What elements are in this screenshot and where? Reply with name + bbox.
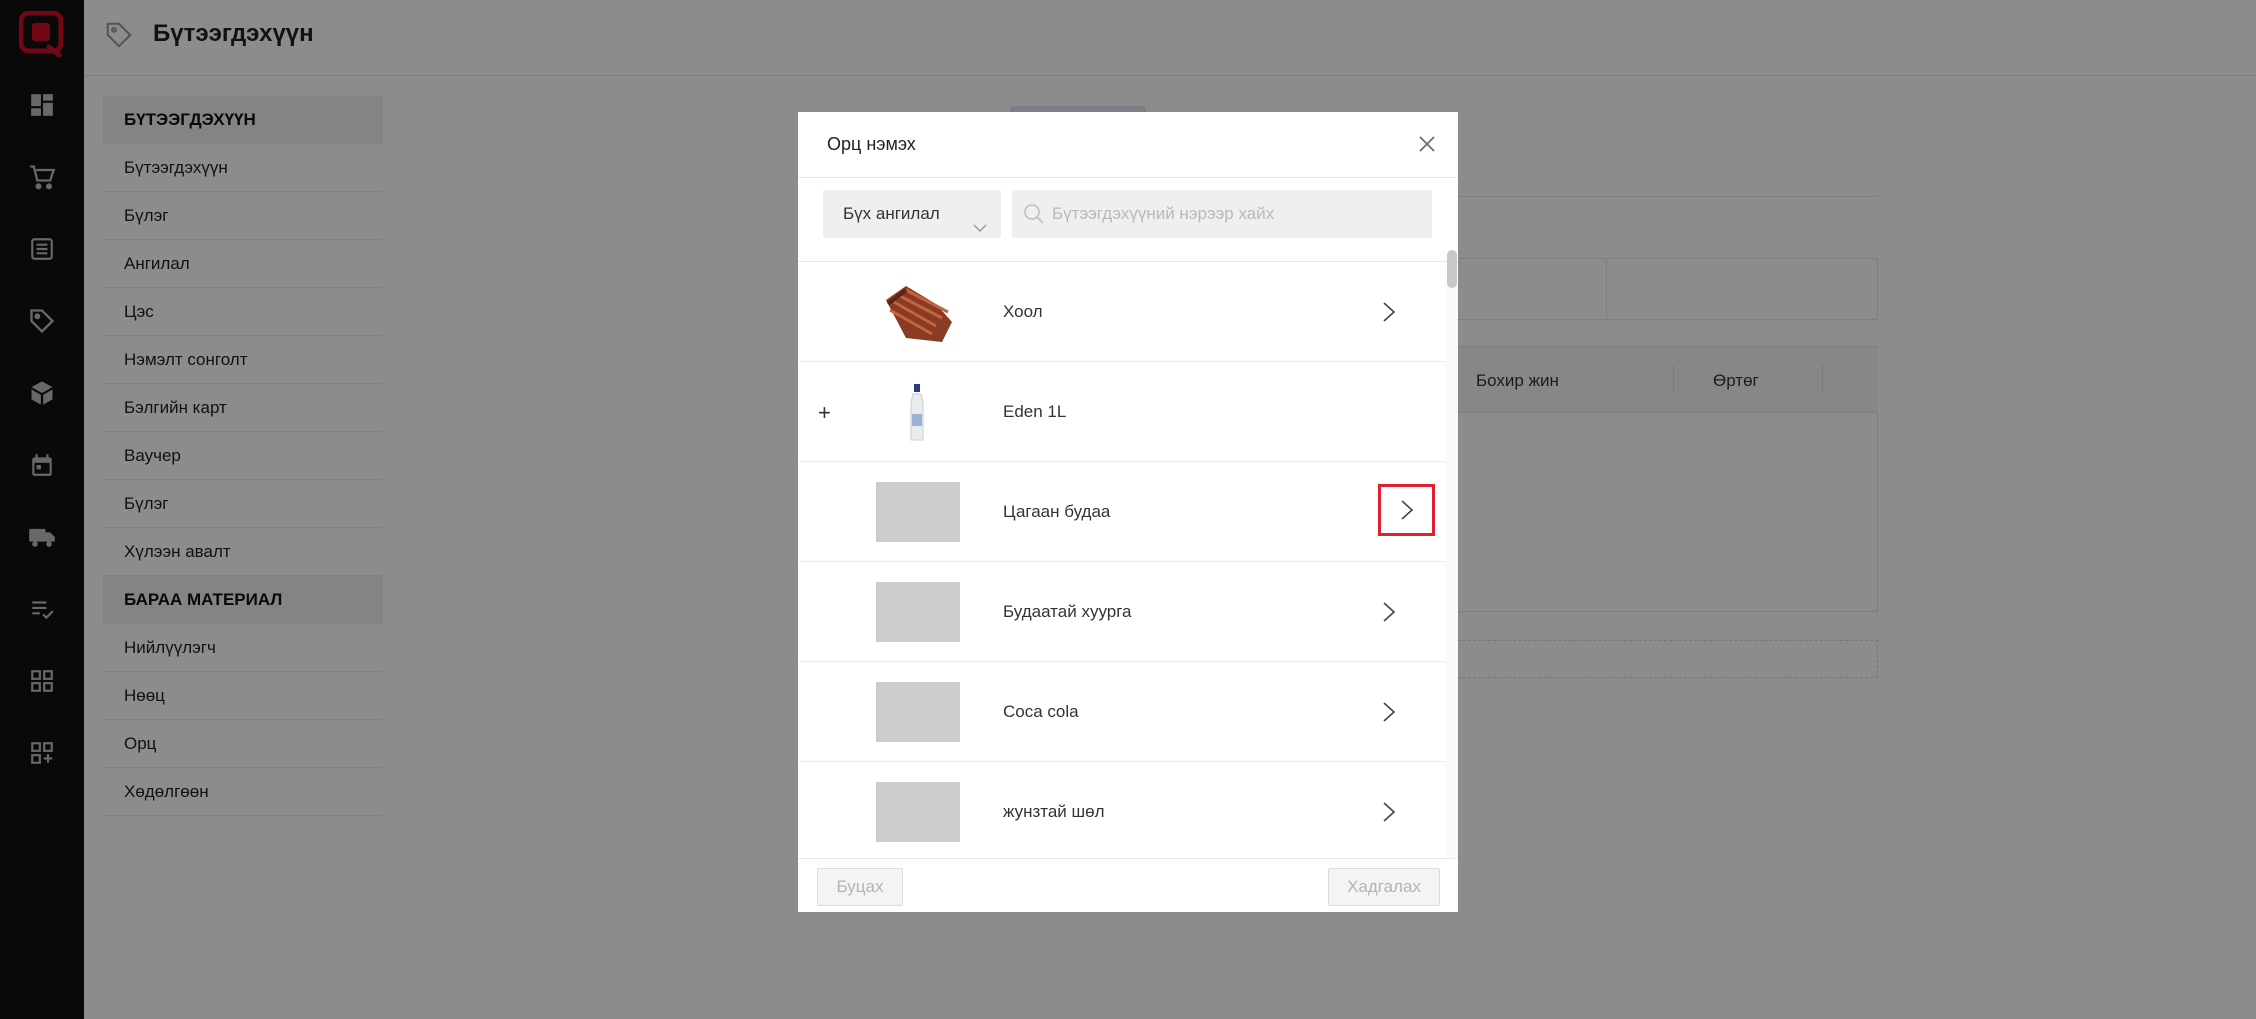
back-button[interactable]: Буцах [817, 868, 903, 906]
product-thumbnail [876, 582, 960, 642]
product-thumbnail [876, 482, 960, 542]
chevron-down-icon [973, 206, 987, 232]
product-thumbnail [876, 382, 960, 442]
modal-footer: Буцах Хадгалах [798, 858, 1458, 912]
chevron-right-icon[interactable] [1377, 799, 1401, 825]
list-item[interactable]: Цагаан будаа [798, 462, 1445, 562]
list-item[interactable]: Coca cola [798, 662, 1445, 762]
add-ingredient-modal: Орц нэмэх Бүх ангилал Бүтээгдэхүүний нэр… [798, 112, 1458, 912]
chevron-right-icon[interactable] [1378, 484, 1435, 536]
product-list: Хоол + Eden 1L Цагаан будаа Будаатай хуу… [798, 262, 1445, 858]
search-icon [1022, 202, 1046, 226]
product-name: Eden 1L [1003, 402, 1067, 421]
product-name: Хоол [1003, 302, 1043, 321]
modal-title: Орц нэмэх [827, 134, 916, 154]
list-item[interactable]: Хоол [798, 262, 1445, 362]
scrollbar-track[interactable] [1445, 262, 1458, 858]
chevron-right-icon[interactable] [1377, 699, 1401, 725]
list-item[interactable]: Будаатай хуурга [798, 562, 1445, 662]
list-item[interactable]: жунзтай шөл [798, 762, 1445, 858]
search-input[interactable] [1052, 190, 1422, 238]
product-thumbnail [876, 682, 960, 742]
product-name: Будаатай хуурга [1003, 602, 1132, 621]
product-name: Coca cola [1003, 702, 1079, 721]
modal-header: Орц нэмэх [798, 112, 1458, 178]
search-box[interactable] [1012, 190, 1432, 238]
scrollbar-thumb[interactable] [1447, 250, 1457, 288]
list-item[interactable]: + Eden 1L [798, 362, 1445, 462]
product-name: жунзтай шөл [1003, 802, 1105, 821]
save-button[interactable]: Хадгалах [1328, 868, 1440, 906]
chevron-right-icon[interactable] [1377, 299, 1401, 325]
product-thumbnail [876, 782, 960, 842]
product-thumbnail [876, 282, 960, 342]
modal-filters: Бүх ангилал [798, 178, 1458, 262]
category-select-value: Бүх ангилал [843, 204, 940, 223]
chevron-right-icon[interactable] [1377, 599, 1401, 625]
close-icon[interactable] [1414, 131, 1440, 157]
add-icon[interactable]: + [818, 400, 831, 426]
product-name: Цагаан будаа [1003, 502, 1111, 521]
category-select[interactable]: Бүх ангилал [823, 190, 1001, 238]
